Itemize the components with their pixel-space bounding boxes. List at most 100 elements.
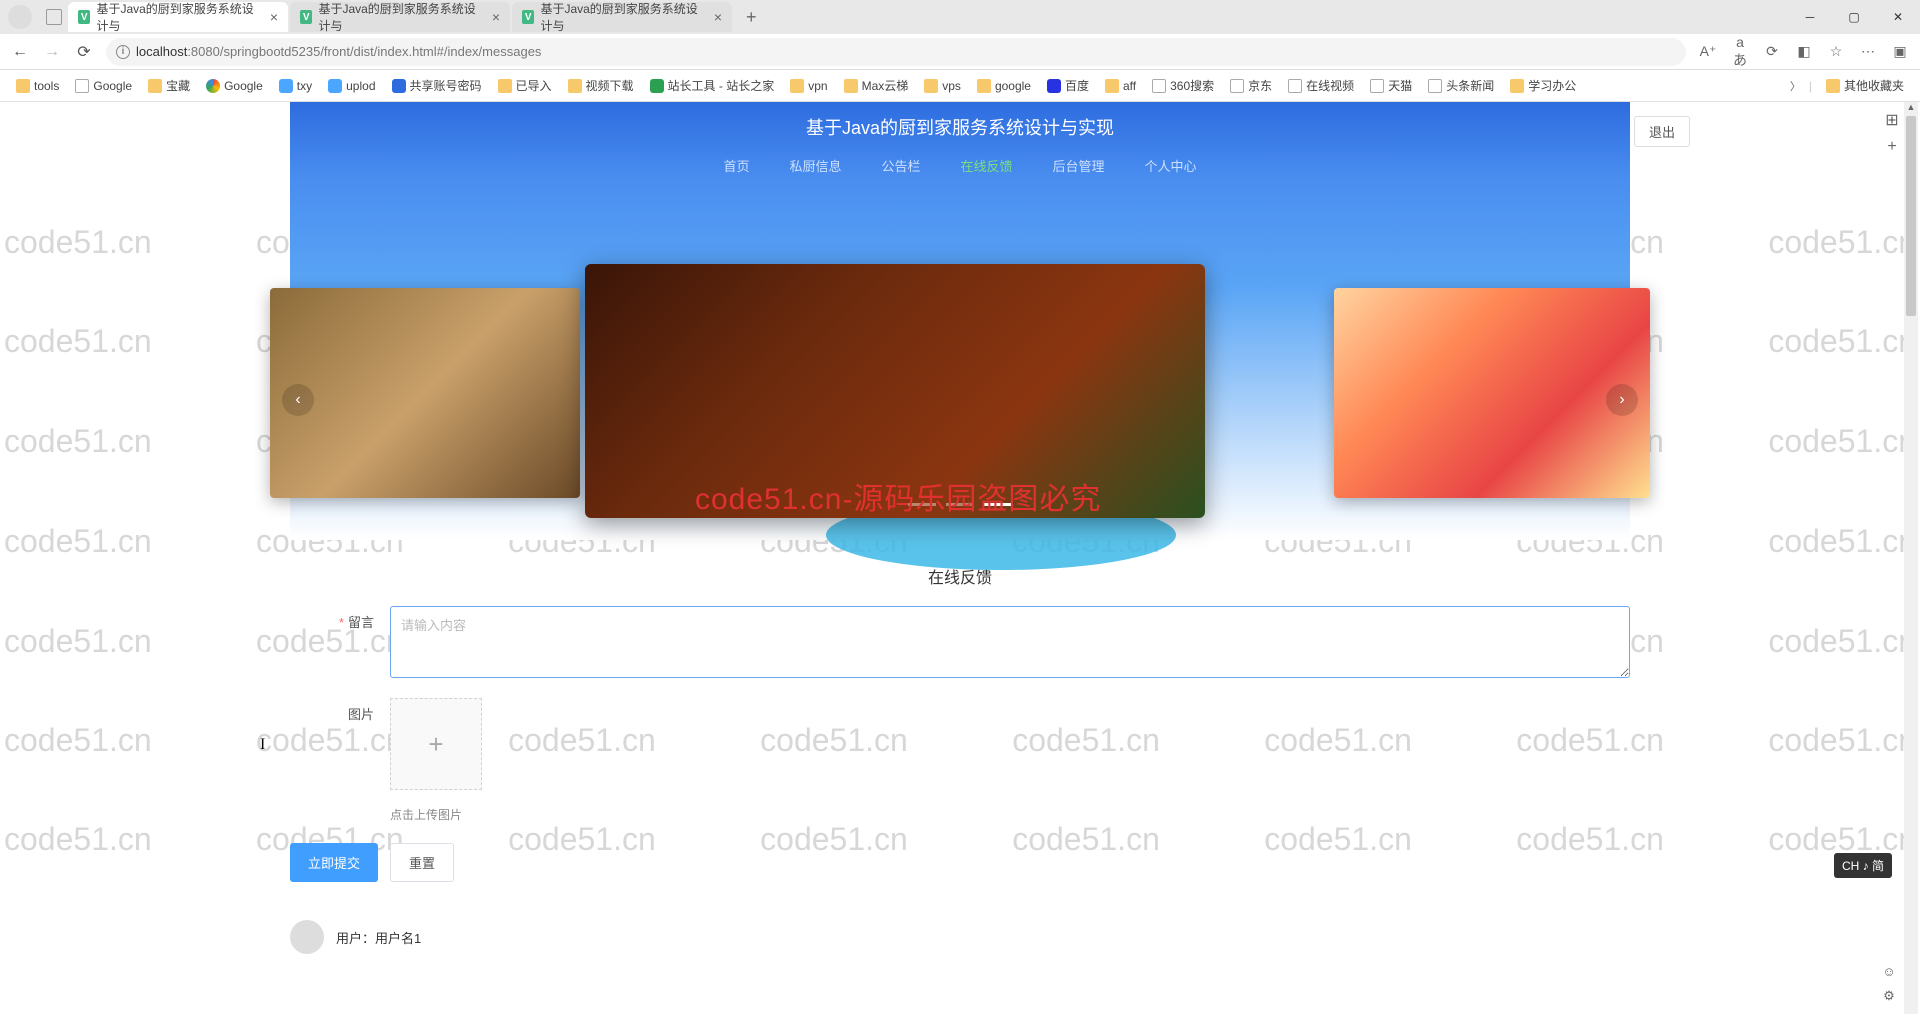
new-tab-button[interactable]: + xyxy=(740,7,763,28)
bookmark-max[interactable]: Max云梯 xyxy=(838,74,915,97)
carousel-prev-button[interactable]: ‹ xyxy=(282,384,314,416)
close-window-button[interactable]: ✕ xyxy=(1876,2,1920,32)
other-bookmarks[interactable]: 其他收藏夹 xyxy=(1820,74,1910,97)
image-label: 图片 xyxy=(290,698,390,823)
upload-hint: 点击上传图片 xyxy=(390,806,482,823)
url-input[interactable]: i localhost:8080/springbootd5235/front/d… xyxy=(106,38,1686,66)
folder-icon xyxy=(498,79,512,93)
image-upload-button[interactable]: + xyxy=(390,698,482,790)
sync-icon[interactable]: ⟳ xyxy=(1762,43,1782,60)
tab-title: 基于Java的厨到家服务系统设计与 xyxy=(96,0,257,34)
folder-icon xyxy=(1826,79,1840,93)
nav-home[interactable]: 首页 xyxy=(723,156,749,181)
tab-bar: V 基于Java的厨到家服务系统设计与 × V 基于Java的厨到家服务系统设计… xyxy=(0,0,1920,34)
page-icon xyxy=(1428,79,1442,93)
bookmark-imported[interactable]: 已导入 xyxy=(492,74,558,97)
site-title: 基于Java的厨到家服务系统设计与实现 xyxy=(290,102,1630,140)
sidebar-add-icon[interactable]: + xyxy=(1882,138,1902,158)
folder-icon xyxy=(844,79,858,93)
minimize-button[interactable]: ─ xyxy=(1788,2,1832,32)
menu-icon[interactable]: ⋯ xyxy=(1858,43,1878,60)
nav-profile[interactable]: 个人中心 xyxy=(1145,156,1197,181)
collections-icon[interactable]: ▣ xyxy=(1890,43,1910,60)
submit-button[interactable]: 立即提交 xyxy=(290,843,378,882)
bookmark-study[interactable]: 学习办公 xyxy=(1504,74,1582,97)
close-icon[interactable]: × xyxy=(492,9,500,25)
folder-icon xyxy=(568,79,582,93)
back-button[interactable]: ← xyxy=(10,42,30,62)
read-aloud-icon[interactable]: A⁺ xyxy=(1698,43,1718,60)
upload-icon xyxy=(328,79,342,93)
url-path: :8080/springbootd5235/front/dist/index.h… xyxy=(187,44,541,59)
address-bar: ← → ⟳ i localhost:8080/springbootd5235/f… xyxy=(0,34,1920,70)
bookmark-webmaster[interactable]: 站长工具 - 站长之家 xyxy=(644,74,781,97)
bookmark-jd[interactable]: 京东 xyxy=(1224,74,1278,97)
ime-indicator[interactable]: CH ♪ 简 xyxy=(1834,853,1892,878)
scroll-thumb[interactable] xyxy=(1906,116,1916,316)
google-icon xyxy=(206,79,220,93)
browser-tab[interactable]: V 基于Java的厨到家服务系统设计与 × xyxy=(512,2,732,32)
avatar xyxy=(290,920,324,954)
bookmark-toutiao[interactable]: 头条新闻 xyxy=(1422,74,1500,97)
scrollbar[interactable]: ▲ xyxy=(1904,102,1918,1014)
folder-icon xyxy=(1510,79,1524,93)
vue-favicon-icon: V xyxy=(300,10,312,24)
page-icon xyxy=(1230,79,1244,93)
text-cursor-icon: I xyxy=(260,736,265,754)
page-icon xyxy=(1370,79,1384,93)
browser-tab[interactable]: V 基于Java的厨到家服务系统设计与 × xyxy=(68,2,288,32)
site-info-icon[interactable]: i xyxy=(116,45,130,59)
bookmark-uplod[interactable]: uplod xyxy=(322,76,381,96)
nav-notice[interactable]: 公告栏 xyxy=(881,156,920,181)
scroll-up-icon[interactable]: ▲ xyxy=(1904,102,1918,116)
tab-title: 基于Java的厨到家服务系统设计与 xyxy=(540,0,701,34)
translate-icon[interactable]: aあ xyxy=(1730,34,1750,70)
bookmark-tools[interactable]: tools xyxy=(10,76,65,96)
profile-icon[interactable] xyxy=(8,5,32,29)
refresh-button[interactable]: ⟳ xyxy=(74,42,94,62)
maximize-button[interactable]: ▢ xyxy=(1832,2,1876,32)
nav-admin[interactable]: 后台管理 xyxy=(1053,156,1105,181)
bookmark-google-folder[interactable]: google xyxy=(971,76,1037,96)
logout-button[interactable]: 退出 xyxy=(1634,116,1690,147)
sidebar-search-icon[interactable]: ⊞ xyxy=(1882,110,1902,130)
folder-icon xyxy=(148,79,162,93)
extension-icon[interactable]: ◧ xyxy=(1794,43,1814,60)
bookmark-aff[interactable]: aff xyxy=(1099,76,1142,96)
bookmark-google2[interactable]: Google xyxy=(200,76,269,96)
close-icon[interactable]: × xyxy=(270,9,278,25)
bookmark-google[interactable]: Google xyxy=(69,76,138,96)
chevron-right-icon[interactable]: 〉 xyxy=(1790,78,1801,94)
tab-separator-icon xyxy=(46,9,62,25)
nav-chef-info[interactable]: 私厨信息 xyxy=(789,156,841,181)
bookmark-txy[interactable]: txy xyxy=(273,76,318,96)
comment-item: 用户：用户名1 xyxy=(290,920,1630,954)
settings-icon[interactable]: ⚙ xyxy=(1880,988,1898,1006)
plus-icon: + xyxy=(428,729,443,760)
page-icon xyxy=(1288,79,1302,93)
carousel-slide-next xyxy=(1334,288,1650,498)
folder-icon xyxy=(977,79,991,93)
bookmark-video[interactable]: 视频下载 xyxy=(562,74,640,97)
carousel-next-button[interactable]: › xyxy=(1606,384,1638,416)
bookmark-online-video[interactable]: 在线视频 xyxy=(1282,74,1360,97)
carousel: ‹ › code51.cn-源码乐园盗图必究 xyxy=(290,180,1630,540)
bookmark-share[interactable]: 共享账号密码 xyxy=(386,74,488,97)
close-icon[interactable]: × xyxy=(714,9,722,25)
bookmark-treasure[interactable]: 宝藏 xyxy=(142,74,196,97)
bookmark-vpn[interactable]: vpn xyxy=(784,76,833,96)
favorite-icon[interactable]: ☆ xyxy=(1826,43,1846,60)
forward-button[interactable]: → xyxy=(42,42,62,62)
bookmark-vps[interactable]: vps xyxy=(918,76,967,96)
tool-icon xyxy=(650,79,664,93)
bookmark-tmall[interactable]: 天猫 xyxy=(1364,74,1418,97)
bookmark-360[interactable]: 360搜索 xyxy=(1146,74,1220,97)
nav-feedback[interactable]: 在线反馈 xyxy=(961,156,1013,181)
feedback-icon[interactable]: ☺ xyxy=(1880,964,1898,982)
carousel-watermark: code51.cn-源码乐园盗图必究 xyxy=(695,474,1101,518)
message-textarea[interactable] xyxy=(390,606,1630,678)
bookmark-baidu[interactable]: 百度 xyxy=(1041,74,1095,97)
browser-tab[interactable]: V 基于Java的厨到家服务系统设计与 × xyxy=(290,2,510,32)
comment-user-label: 用户：用户名1 xyxy=(336,928,421,947)
reset-button[interactable]: 重置 xyxy=(390,843,454,882)
